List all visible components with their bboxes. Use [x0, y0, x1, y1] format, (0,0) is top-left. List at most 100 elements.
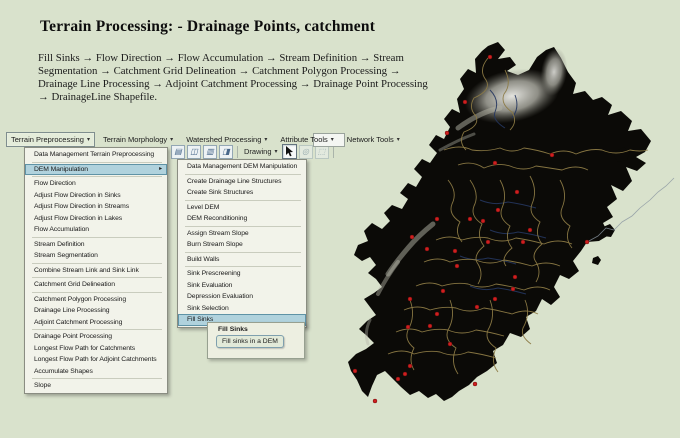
drainage-point [407, 296, 413, 302]
submenu-item[interactable]: Depression Evaluation [178, 291, 306, 303]
submenu-item[interactable]: DEM Reconditioning [178, 213, 306, 225]
drainage-point [452, 248, 458, 254]
menu-item[interactable]: Adjust Flow Direction in Streams ▸ [25, 201, 167, 213]
submenu-item[interactable]: Build Walls [178, 254, 306, 266]
drainage-point [444, 130, 450, 136]
menu-item-label: Accumulate Shapes [34, 367, 93, 375]
drainage-point [424, 246, 430, 252]
menu-separator [32, 291, 162, 293]
submenu-item[interactable]: Sink Selection [178, 303, 306, 315]
submenu-item[interactable]: Create Drainage Line Structures [178, 176, 306, 188]
catchment-map[interactable] [340, 0, 680, 438]
submenu-item-label: Data Management DEM Manipulation [187, 163, 298, 170]
drainage-point [447, 341, 453, 347]
drainage-point [409, 234, 415, 240]
menu-item[interactable]: DEM Manipulation ▸ [25, 163, 167, 175]
drainage-point [487, 54, 493, 60]
drainage-point [462, 99, 468, 105]
menu-item[interactable]: Flow Accumulation ▸ [25, 224, 167, 236]
submenu-item-label: Build Walls [187, 255, 220, 263]
drainage-point [395, 376, 401, 382]
drainage-point [549, 152, 555, 158]
submenu-item[interactable]: Sink Prescreening [178, 268, 306, 280]
menubar-item[interactable]: Attribute Tools ▾ [275, 132, 338, 147]
submenu-item[interactable]: Create Sink Structures [178, 187, 306, 199]
menu-item[interactable]: Drainage Line Processing ▸ [25, 305, 167, 317]
drainage-point [514, 189, 520, 195]
submenu-item[interactable]: Assign Stream Slope [178, 228, 306, 240]
menu-item[interactable]: Adjust Flow Direction in Sinks ▸ [25, 190, 167, 202]
submenu-item[interactable]: Data Management DEM Manipulation [178, 161, 306, 173]
submenu-item-label: Create Drainage Line Structures [187, 177, 282, 185]
menu-item[interactable]: Combine Stream Link and Sink Link ▸ [25, 265, 167, 277]
submenu-item-label: Level DEM [187, 203, 220, 211]
submenu-item[interactable]: Sink Evaluation [178, 280, 306, 292]
menu-item-label: Longest Flow Path for Catchments [34, 344, 136, 352]
drainage-point [434, 311, 440, 317]
menubar-item[interactable]: Terrain Morphology ▾ [98, 132, 178, 147]
menu-item[interactable]: Accumulate Shapes ▸ [25, 366, 167, 378]
submenu-item[interactable]: Burn Stream Slope [178, 239, 306, 251]
menu-item[interactable]: Flow Direction ▸ [25, 178, 167, 190]
chevron-down-icon: ▾ [274, 148, 278, 155]
page-title: Terrain Processing: - Drainage Points, c… [40, 18, 376, 36]
drainage-point [427, 323, 433, 329]
submenu-item-label: Sink Evaluation [187, 281, 233, 289]
drainage-point [480, 218, 486, 224]
menu-separator [185, 173, 301, 175]
menu-item[interactable]: Stream Definition ▸ [25, 239, 167, 251]
menu-item[interactable]: Stream Segmentation ▸ [25, 250, 167, 262]
submenu-item-label: Assign Stream Slope [187, 229, 249, 237]
menu-item[interactable]: Catchment Grid Delineation ▸ [25, 279, 167, 291]
menu-item-label: Flow Accumulation [34, 226, 89, 233]
submenu-item-label: Create Sink Structures [187, 189, 254, 196]
menu-separator [32, 378, 162, 379]
drainage-point [485, 239, 491, 245]
menu-item[interactable]: Adjust Flow Direction in Lakes ▸ [25, 213, 167, 225]
menu-item-label: Slope [34, 382, 51, 389]
menu-separator [185, 266, 301, 267]
menubar-item[interactable]: Watershed Processing ▾ [181, 132, 272, 147]
menu-item-label: Catchment Polygon Processing [34, 295, 127, 303]
chevron-down-icon: ▾ [330, 136, 334, 143]
menubar-item-label: Watershed Processing [186, 135, 262, 144]
menu-separator [185, 225, 301, 227]
menu-item[interactable]: Longest Flow Path for Adjoint Catchments… [25, 354, 167, 366]
menubar-item-label: Attribute Tools [280, 135, 328, 144]
menu-separator [32, 329, 162, 330]
menu-separator [32, 161, 162, 163]
drainage-point [474, 304, 480, 310]
submenu-item-label: Burn Stream Slope [187, 241, 243, 248]
menu-item[interactable]: Catchment Polygon Processing ▸ [25, 294, 167, 306]
drainage-point [467, 216, 473, 222]
menu-item-label: Flow Direction [34, 180, 76, 187]
terrain-preprocessing-menu: Data Management Terrain Preprocessing ▸ … [24, 147, 168, 394]
menu-item-label: Stream Segmentation [34, 252, 98, 259]
menu-item[interactable]: Drainage Point Processing ▸ [25, 331, 167, 343]
menu-item-label: Adjoint Catchment Processing [34, 318, 123, 326]
menu-separator [185, 251, 301, 253]
drainage-point [405, 324, 411, 330]
menu-item-label: Drainage Point Processing [34, 333, 112, 340]
menubar: Terrain Preprocessing ▾ Terrain Morpholo… [6, 132, 405, 147]
submenu-item[interactable]: Level DEM [178, 202, 306, 214]
chevron-down-icon: ▾ [396, 136, 400, 143]
menu-item[interactable]: Slope ▸ [25, 380, 167, 392]
submenu-item-label: DEM Reconditioning [187, 215, 248, 222]
tooltip-body: Fill sinks in a DEM [216, 335, 284, 348]
tooltip-title: Fill Sinks [218, 326, 248, 333]
menubar-item[interactable]: Network Tools ▾ [342, 132, 405, 147]
menubar-item[interactable]: Terrain Preprocessing ▾ [6, 132, 95, 147]
menubar-item-label: Terrain Morphology [102, 135, 168, 144]
drainage-point [472, 381, 478, 387]
drainage-point [495, 207, 501, 213]
menu-item[interactable]: Data Management Terrain Preprocessing ▸ [25, 149, 167, 161]
drawing-menu-button[interactable]: Drawing ▾ [242, 146, 280, 157]
menu-separator [32, 236, 162, 238]
drainage-point [527, 227, 533, 233]
dem-manipulation-submenu: Data Management DEM Manipulation Create … [177, 159, 307, 328]
menu-item-label: Adjust Flow Direction in Streams [34, 203, 130, 210]
menu-item[interactable]: Longest Flow Path for Catchments ▸ [25, 343, 167, 355]
menu-item[interactable]: Adjoint Catchment Processing ▸ [25, 317, 167, 329]
menubar-item-label: Terrain Preprocessing [11, 135, 84, 144]
